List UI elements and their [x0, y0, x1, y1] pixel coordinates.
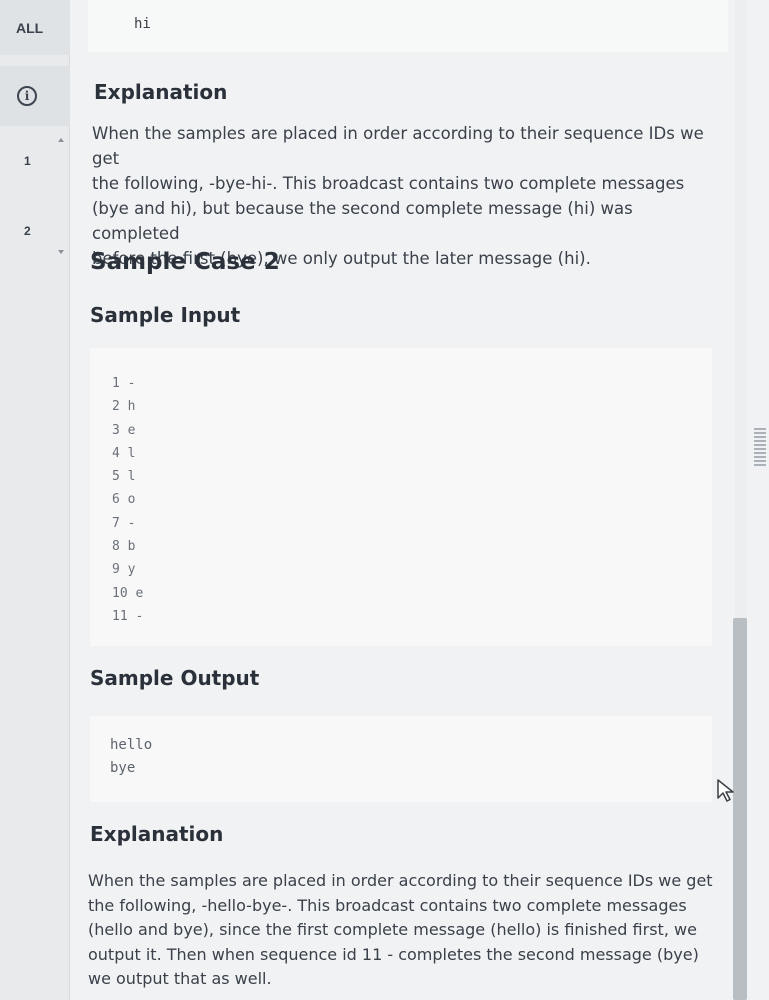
sample-output-box: hello bye [90, 716, 712, 802]
input-line: 8 b [112, 539, 136, 555]
sample-output-heading: Sample Output [90, 666, 260, 690]
sidebar-item-label: 2 [24, 224, 31, 238]
sample-input-box: 1 - 2 h 3 e 4 l 5 l 6 o 7 - 8 b 9 y 10 e… [90, 348, 712, 646]
explanation-line: When the samples are placed in order acc… [92, 124, 704, 168]
input-line: 2 h [112, 399, 136, 415]
explanation-line: When the samples are placed in order acc… [88, 871, 713, 890]
scrollbar-thumb[interactable] [733, 618, 747, 1000]
input-line: 1 - [112, 376, 136, 391]
input-line: 5 l [112, 469, 136, 485]
sidebar-item-1[interactable]: 1 [0, 148, 70, 174]
input-line: 10 e [112, 585, 144, 601]
explanation-text: When the samples are placed in order acc… [88, 869, 730, 992]
problem-sidebar: ALL i 1 2 [0, 0, 70, 1000]
explanation-line: output it. Then when sequence id 11 - co… [88, 944, 699, 964]
input-line: 3 e [112, 422, 136, 438]
sidebar-item-2[interactable]: 2 [0, 218, 70, 244]
chevron-down-icon[interactable] [58, 250, 64, 254]
sidebar-item-label: 1 [24, 154, 31, 168]
output-line: bye [110, 760, 136, 776]
sample-case-title: Sample Case 2 [90, 249, 280, 275]
input-line: 7 - [112, 515, 136, 531]
explanation-heading: Explanation [94, 80, 228, 104]
explanation-heading: Explanation [90, 822, 224, 846]
problem-content: hi Explanation When the samples are plac… [70, 0, 730, 1000]
explanation-line: the following, -bye-hi-. This broadcast … [92, 174, 685, 193]
sidebar-item-all[interactable]: ALL [0, 0, 70, 55]
sidebar-item-info[interactable]: i [0, 66, 70, 126]
explanation-line: (hello and bye), since the first complet… [88, 920, 697, 939]
chevron-up-icon[interactable] [58, 138, 64, 142]
sidebar-all-label: ALL [16, 19, 44, 36]
sample-input-heading: Sample Input [90, 303, 241, 327]
explanation-line: (bye and hi), but because the second com… [92, 199, 633, 243]
info-circle-icon: i [17, 86, 37, 106]
panel-resize-handle[interactable] [754, 428, 766, 466]
input-line: 6 o [112, 492, 136, 508]
explanation-line: the following, -hello-bye-. This broadca… [88, 895, 687, 915]
output-line: hi [134, 16, 151, 32]
output-line: hello [110, 737, 153, 753]
input-line: 4 l [112, 445, 136, 461]
explanation-line: we output that as well. [88, 969, 272, 988]
input-line: 11 - [112, 608, 144, 624]
mouse-pointer-icon [717, 779, 734, 802]
sample-output-box-case1: hi [88, 0, 728, 52]
input-line: 9 y [112, 562, 136, 578]
